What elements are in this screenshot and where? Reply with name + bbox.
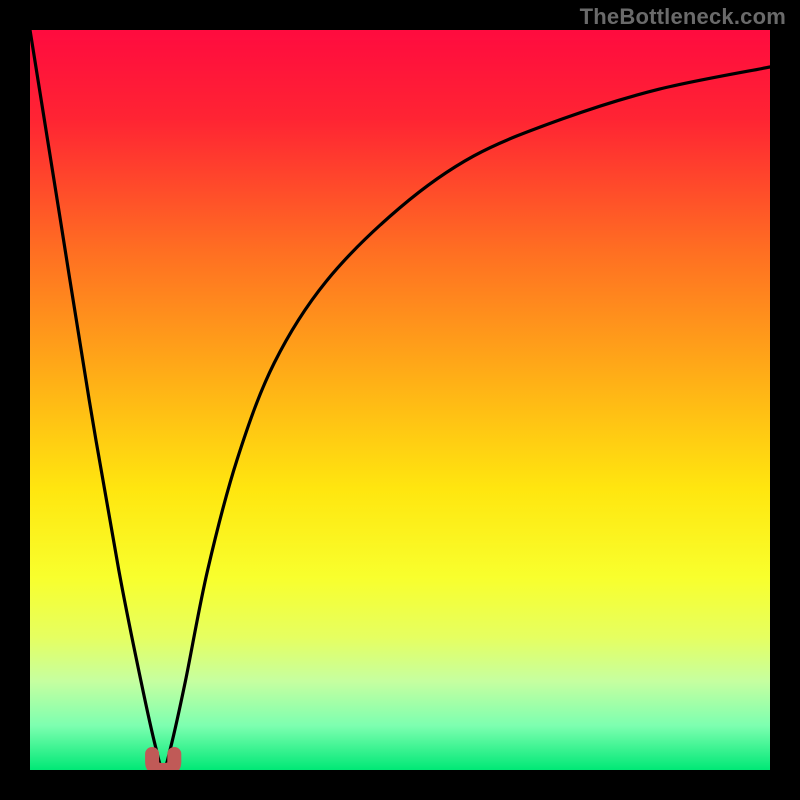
chart-frame: TheBottleneck.com <box>0 0 800 800</box>
watermark-text: TheBottleneck.com <box>580 4 786 30</box>
bottleneck-chart <box>30 30 770 770</box>
chart-background <box>30 30 770 770</box>
